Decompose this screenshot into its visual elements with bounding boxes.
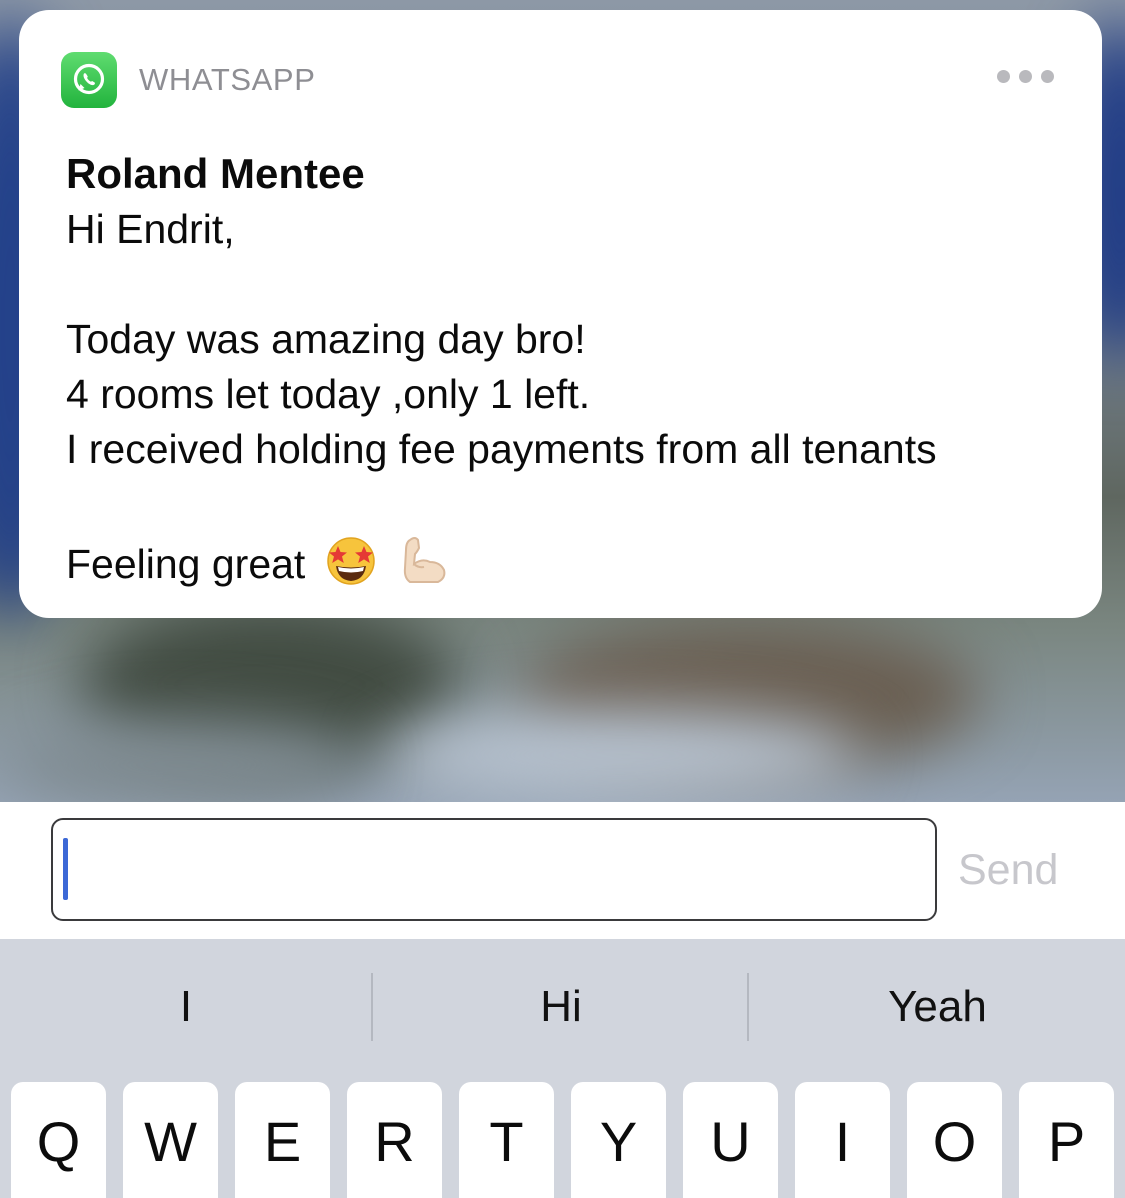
- suggestion-divider: [371, 973, 373, 1041]
- suggestion-1[interactable]: I: [0, 939, 372, 1069]
- key-u[interactable]: U: [683, 1082, 778, 1198]
- key-q[interactable]: Q: [11, 1082, 106, 1198]
- key-t[interactable]: T: [459, 1082, 554, 1198]
- whatsapp-notification[interactable]: WHATSAPP Roland Mentee Hi Endrit, Today …: [19, 10, 1102, 618]
- message-line-last: Feeling great: [66, 532, 1076, 602]
- message-line: 4 rooms let today ,only 1 left.: [66, 371, 591, 417]
- predictive-suggestions: I Hi Yeah: [0, 939, 1125, 1069]
- sender-name: Roland Mentee: [66, 150, 365, 197]
- ellipsis-icon[interactable]: [997, 70, 1054, 83]
- message-line: Hi Endrit,: [66, 206, 235, 252]
- key-i[interactable]: I: [795, 1082, 890, 1198]
- reply-input[interactable]: [51, 818, 937, 921]
- message-line: Today was amazing day bro!: [66, 316, 586, 362]
- keyboard: I Hi Yeah Q W E R T Y U I O P: [0, 939, 1125, 1198]
- flexed-biceps-emoji: [396, 532, 452, 602]
- key-o[interactable]: O: [907, 1082, 1002, 1198]
- notification-header: WHATSAPP: [61, 52, 315, 108]
- key-r[interactable]: R: [347, 1082, 442, 1198]
- app-name: WHATSAPP: [139, 62, 316, 97]
- suggestion-divider: [747, 973, 749, 1041]
- key-p[interactable]: P: [1019, 1082, 1114, 1198]
- message-content: Roland Mentee Hi Endrit, Today was amazi…: [66, 146, 1076, 602]
- text-caret: [63, 838, 68, 900]
- reply-bar: Send: [0, 802, 1125, 939]
- key-w[interactable]: W: [123, 1082, 218, 1198]
- keyboard-top-row: Q W E R T Y U I O P: [11, 1082, 1114, 1198]
- send-button[interactable]: Send: [958, 838, 1078, 902]
- key-e[interactable]: E: [235, 1082, 330, 1198]
- message-text: Feeling great: [66, 541, 306, 587]
- key-y[interactable]: Y: [571, 1082, 666, 1198]
- whatsapp-icon: [61, 52, 117, 108]
- suggestion-3[interactable]: Yeah: [750, 939, 1125, 1069]
- star-struck-emoji: [323, 532, 379, 602]
- suggestion-2[interactable]: Hi: [374, 939, 748, 1069]
- message-line: I received holding fee payments from all…: [66, 426, 937, 472]
